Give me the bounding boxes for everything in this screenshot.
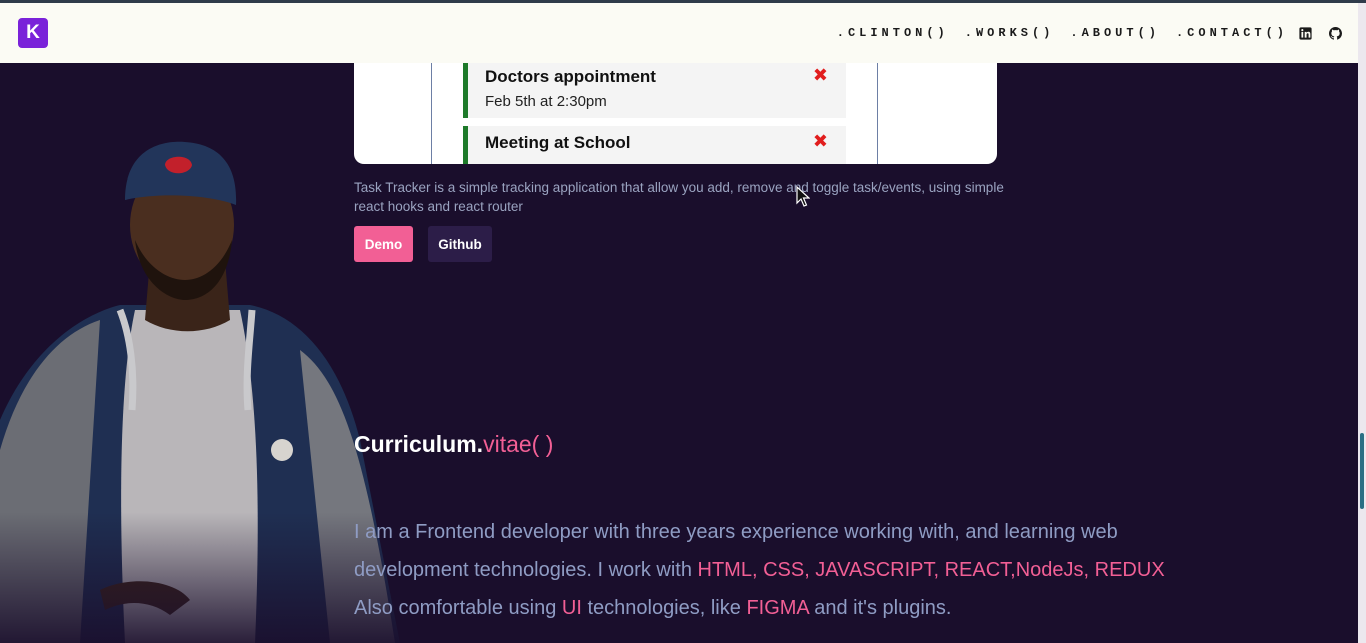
nav-link-clinton[interactable]: .CLINTON() <box>837 26 949 40</box>
scrollbar-thumb[interactable] <box>1360 433 1364 509</box>
task-item: Meeting at School ✖ <box>463 126 846 164</box>
section-title-main: Curriculum. <box>354 431 484 457</box>
nav-links: .CLINTON() .WORKS() .ABOUT() .CONTACT() <box>837 3 1288 63</box>
github-button[interactable]: Github <box>428 226 492 262</box>
navbar: K .CLINTON() .WORKS() .ABOUT() .CONTACT(… <box>0 3 1358 63</box>
demo-button[interactable]: Demo <box>354 226 413 262</box>
linkedin-icon[interactable] <box>1299 27 1312 40</box>
logo-letter: K <box>26 22 40 43</box>
task-title: Meeting at School <box>485 133 631 152</box>
delete-icon: ✖ <box>812 65 828 85</box>
nav-link-about[interactable]: .ABOUT() <box>1070 26 1160 40</box>
about-text: Also comfortable using <box>354 597 562 619</box>
github-icon[interactable] <box>1329 27 1342 40</box>
scrollbar-track[interactable] <box>1358 0 1366 643</box>
window-top-edge <box>0 0 1366 3</box>
task-item: Doctors appointment Feb 5th at 2:30pm ✖ <box>463 60 846 118</box>
section-title-accent: vitae( ) <box>483 431 554 457</box>
nav-link-contact[interactable]: .CONTACT() <box>1176 26 1288 40</box>
about-text: technologies, like <box>581 597 747 619</box>
about-text: and it's plugins. <box>808 597 952 619</box>
project-description: Task Tracker is a simple tracking applic… <box>354 180 1004 214</box>
delete-icon: ✖ <box>812 131 828 151</box>
about-paragraph: I am a Frontend developer with three yea… <box>354 513 1174 627</box>
ui-highlight: UI <box>561 597 582 619</box>
task-date: Feb 5th at 2:30pm <box>485 93 607 110</box>
figma-highlight: FIGMA <box>746 597 809 619</box>
section-title: Curriculum.vitae( ) <box>354 431 553 458</box>
logo[interactable]: K <box>18 18 48 48</box>
nav-link-works[interactable]: .WORKS() <box>965 26 1055 40</box>
task-title: Doctors appointment <box>485 67 656 86</box>
mouse-cursor-icon <box>796 186 810 207</box>
skills-highlight: HTML, CSS, JAVASCRIPT, REACT,NodeJs, RED… <box>697 559 1165 581</box>
